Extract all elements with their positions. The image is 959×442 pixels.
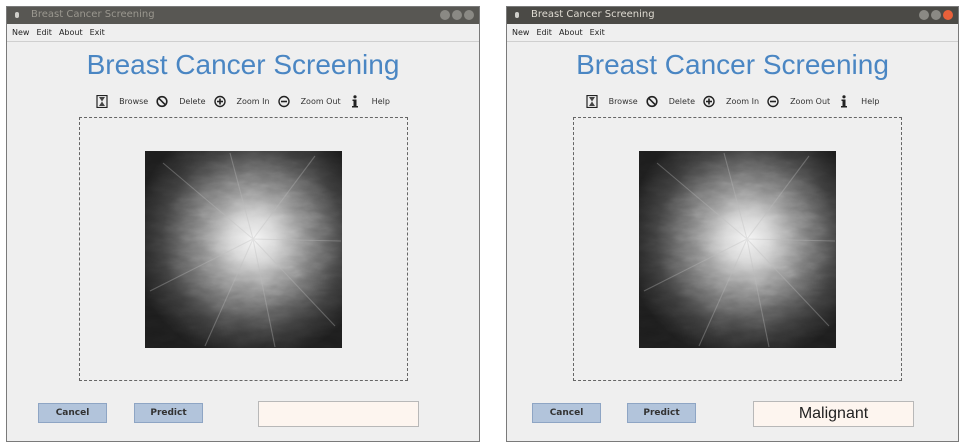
app-menu-icon[interactable] xyxy=(515,12,519,18)
browse-tool[interactable]: Browse xyxy=(96,94,149,108)
zoom-out-icon xyxy=(277,95,290,107)
image-canvas[interactable] xyxy=(79,117,408,381)
zoom-in-tool[interactable]: Zoom In xyxy=(213,95,270,108)
page-title: Breast Cancer Screening xyxy=(576,49,889,80)
mammogram-image xyxy=(145,151,342,348)
menu-edit[interactable]: Edit xyxy=(536,28,552,37)
delete-label: Delete xyxy=(668,96,696,106)
info-icon xyxy=(841,94,848,107)
no-entry-icon xyxy=(646,95,658,107)
zoom-in-label: Zoom In xyxy=(726,96,760,106)
delete-label: Delete xyxy=(179,96,206,106)
info-icon xyxy=(351,94,358,107)
minimize-icon[interactable] xyxy=(919,10,929,20)
help-tool[interactable]: Help xyxy=(838,94,880,108)
app-window-before-prediction: Breast Cancer Screening New Edit About E… xyxy=(6,6,480,442)
mammogram-image xyxy=(639,151,836,348)
delete-tool[interactable]: Delete xyxy=(646,95,695,108)
zoom-in-icon xyxy=(703,95,715,107)
hourglass-icon xyxy=(585,94,598,108)
cancel-button[interactable]: Cancel xyxy=(532,403,601,423)
window-controls xyxy=(919,10,953,20)
window-title: Breast Cancer Screening xyxy=(31,9,155,20)
browse-label: Browse xyxy=(119,96,149,106)
prediction-result-field: Malignant xyxy=(753,401,914,427)
zoom-in-icon xyxy=(213,95,226,107)
minimize-icon[interactable] xyxy=(440,10,450,20)
menu-about[interactable]: About xyxy=(559,28,583,37)
zoom-out-icon xyxy=(767,95,779,107)
help-label: Help xyxy=(861,96,880,106)
browse-tool[interactable]: Browse xyxy=(585,94,638,108)
app-window-after-prediction: Breast Cancer Screening New Edit About E… xyxy=(506,6,959,442)
image-canvas[interactable] xyxy=(573,117,902,381)
menu-exit[interactable]: Exit xyxy=(90,28,105,37)
menu-new[interactable]: New xyxy=(512,28,529,37)
maximize-icon[interactable] xyxy=(931,10,941,20)
help-tool[interactable]: Help xyxy=(349,94,390,108)
help-label: Help xyxy=(371,96,390,106)
toolbar: Browse Delete Zoom In Zoom Out Help xyxy=(507,93,958,109)
no-entry-icon xyxy=(156,95,168,107)
menu-about[interactable]: About xyxy=(59,28,83,37)
page-title: Breast Cancer Screening xyxy=(86,49,400,80)
browse-label: Browse xyxy=(608,96,638,106)
title-bar[interactable]: Breast Cancer Screening xyxy=(507,7,958,24)
window-title: Breast Cancer Screening xyxy=(531,9,655,20)
maximize-icon[interactable] xyxy=(452,10,462,20)
zoom-in-tool[interactable]: Zoom In xyxy=(703,95,759,108)
menu-divider xyxy=(7,41,479,42)
menu-exit[interactable]: Exit xyxy=(590,28,605,37)
predict-button[interactable]: Predict xyxy=(134,403,203,423)
hourglass-icon xyxy=(96,94,108,108)
zoom-out-label: Zoom Out xyxy=(790,96,831,106)
window-controls xyxy=(440,10,474,20)
cancel-button[interactable]: Cancel xyxy=(38,403,107,423)
zoom-out-tool[interactable]: Zoom Out xyxy=(277,95,341,108)
title-bar[interactable]: Breast Cancer Screening xyxy=(7,7,479,24)
menu-edit[interactable]: Edit xyxy=(36,28,52,37)
delete-tool[interactable]: Delete xyxy=(156,95,206,108)
prediction-result-field xyxy=(258,401,419,427)
app-menu-icon[interactable] xyxy=(15,12,19,18)
menu-new[interactable]: New xyxy=(12,28,29,37)
menu-bar: New Edit About Exit xyxy=(7,24,479,40)
zoom-in-label: Zoom In xyxy=(236,96,270,106)
predict-button[interactable]: Predict xyxy=(627,403,696,423)
close-icon[interactable] xyxy=(943,10,953,20)
close-icon[interactable] xyxy=(464,10,474,20)
zoom-out-label: Zoom Out xyxy=(300,96,341,106)
menu-bar: New Edit About Exit xyxy=(507,24,958,40)
toolbar: Browse Delete Zoom In Zoom Out Help xyxy=(7,93,479,109)
zoom-out-tool[interactable]: Zoom Out xyxy=(767,95,830,108)
menu-divider xyxy=(507,41,958,42)
